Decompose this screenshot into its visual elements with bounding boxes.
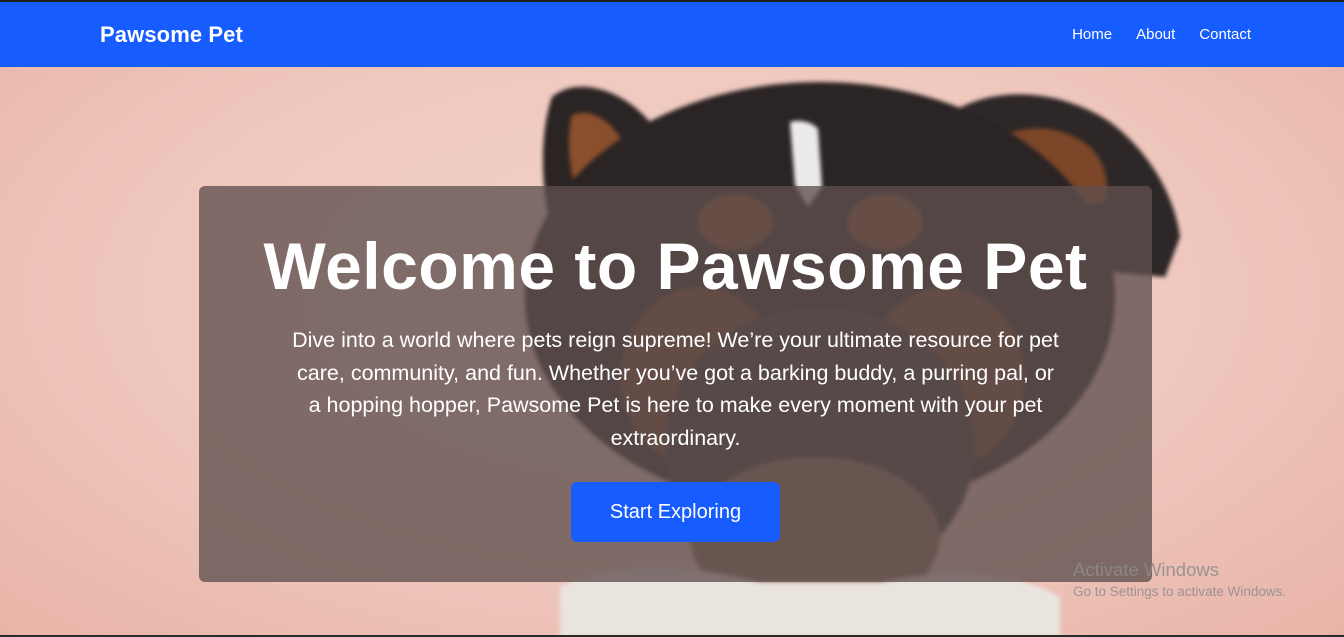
watermark-title: Activate Windows — [1073, 559, 1219, 580]
hero-title: Welcome to Pawsome Pet — [263, 229, 1088, 303]
hero-card: Welcome to Pawsome Pet Dive into a world… — [199, 186, 1152, 582]
nav-link-about[interactable]: About — [1136, 26, 1175, 43]
start-exploring-button[interactable]: Start Exploring — [571, 482, 780, 542]
nav-link-contact[interactable]: Contact — [1199, 26, 1251, 43]
hero-description: Dive into a world where pets reign supre… — [292, 328, 1059, 450]
nav-link-home[interactable]: Home — [1072, 26, 1112, 43]
nav-links: Home About Contact — [1072, 26, 1251, 43]
navbar: Pawsome Pet Home About Contact — [0, 2, 1344, 67]
brand-logo[interactable]: Pawsome Pet — [100, 22, 243, 48]
activate-windows-watermark: Activate Windows Go to Settings to activ… — [1073, 559, 1286, 601]
page: Pawsome Pet Home About Contact Welcome t… — [0, 0, 1344, 637]
watermark-subtitle: Go to Settings to activate Windows. — [1073, 584, 1287, 599]
